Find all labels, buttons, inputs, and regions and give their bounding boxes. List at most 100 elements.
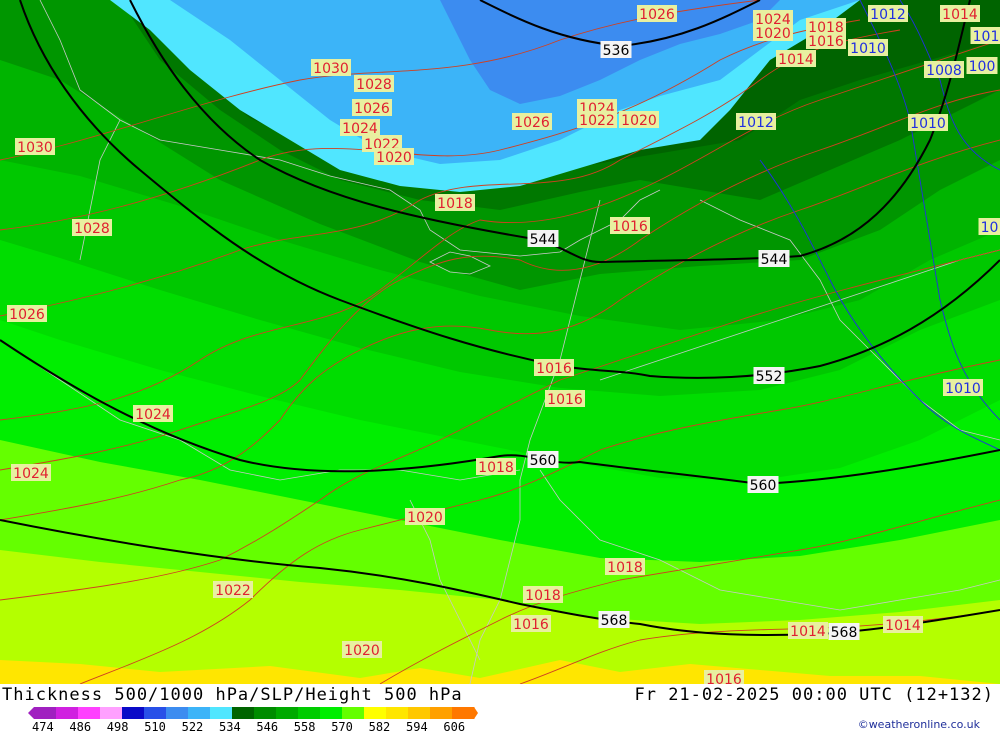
isobar-label: 1024 xyxy=(133,405,173,423)
scale-ticks: 474486498510522534546558570582594606 xyxy=(30,720,500,733)
isobar-label: 1016 xyxy=(534,359,574,377)
isobar-label: 1020 xyxy=(374,148,414,166)
isobar-label: 1022 xyxy=(213,581,253,599)
scale-swatch xyxy=(408,707,431,719)
isobar-label: 1028 xyxy=(72,219,112,237)
height-label: 568 xyxy=(829,623,860,641)
isobar-label: 101 xyxy=(971,27,1000,45)
isobar-label: 1020 xyxy=(753,24,793,42)
label-text: 1014 xyxy=(942,7,978,23)
credit-link[interactable]: ©weatheronline.co.uk xyxy=(858,718,980,731)
isobar-label: 1018 xyxy=(435,194,475,212)
label-text: 100 xyxy=(969,59,996,75)
label-text: 544 xyxy=(530,232,557,248)
label-text: 101 xyxy=(973,29,1000,45)
label-text: 1022 xyxy=(579,113,615,129)
isobar-label: 100 xyxy=(967,57,998,75)
isobar-label: 1018 xyxy=(476,458,516,476)
label-text: 1024 xyxy=(135,407,171,423)
isobar-label: 1022 xyxy=(577,111,617,129)
label-text: 1010 xyxy=(945,381,981,397)
isobar-label: 1018 xyxy=(605,558,645,576)
isobar-label: 1012 xyxy=(736,113,776,131)
scale-swatch xyxy=(298,707,321,719)
label-text: 1020 xyxy=(407,510,443,526)
label-text: 1020 xyxy=(376,150,412,166)
label-text: 1030 xyxy=(17,140,53,156)
isobar-label: 1014 xyxy=(776,50,816,68)
isobar-label: 1014 xyxy=(883,616,923,634)
isobar-label: 1012 xyxy=(868,5,908,23)
label-text: 1010 xyxy=(850,41,886,57)
label-text: 1018 xyxy=(525,588,561,604)
label-text: 1022 xyxy=(215,583,251,599)
thickness-map: 1026102410201018101610121014101101410101… xyxy=(0,0,1000,684)
label-text: 1012 xyxy=(738,115,774,131)
scale-tick-label: 534 xyxy=(219,720,241,734)
label-text: 1010 xyxy=(910,116,946,132)
label-text: 1026 xyxy=(639,7,675,23)
label-text: 1008 xyxy=(926,63,962,79)
scale-swatch xyxy=(320,707,343,719)
scale-tick-label: 498 xyxy=(107,720,129,734)
scale-swatch xyxy=(166,707,189,719)
label-text: 1014 xyxy=(778,52,814,68)
isobar-label: 1010 xyxy=(908,114,948,132)
label-text: 1020 xyxy=(621,113,657,129)
label-text: 560 xyxy=(530,453,557,469)
isobar-label: 1016 xyxy=(806,32,846,50)
isobar-label: 1030 xyxy=(311,59,351,77)
scale-arrow-left xyxy=(28,707,34,719)
label-text: 1018 xyxy=(437,196,473,212)
label-text: 544 xyxy=(761,252,788,268)
map-title: Thickness 500/1000 hPa/SLP/Height 500 hP… xyxy=(2,685,463,705)
label-text: 1016 xyxy=(547,392,583,408)
label-text: 568 xyxy=(601,613,628,629)
scale-tick-label: 594 xyxy=(406,720,428,734)
label-text: 1012 xyxy=(870,7,906,23)
height-label: 544 xyxy=(528,230,559,248)
scale-tick-label: 570 xyxy=(331,720,353,734)
label-text: 1030 xyxy=(313,61,349,77)
isobar-label: 1028 xyxy=(354,75,394,93)
height-label: 552 xyxy=(754,367,785,385)
label-text: 568 xyxy=(831,625,858,641)
height-label: 560 xyxy=(528,451,559,469)
isobar-label: 1026 xyxy=(7,305,47,323)
scale-swatch xyxy=(276,707,299,719)
height-label: 536 xyxy=(601,41,632,59)
label-text: 101 xyxy=(981,220,1000,236)
label-text: 536 xyxy=(603,43,630,59)
label-text: 1016 xyxy=(513,617,549,633)
label-text: 1016 xyxy=(612,219,648,235)
isobar-label: 1026 xyxy=(512,113,552,131)
isobar-label: 1016 xyxy=(511,615,551,633)
scale-swatch xyxy=(342,707,365,719)
scale-tick-label: 522 xyxy=(182,720,204,734)
scale-swatch xyxy=(254,707,277,719)
label-text: 1014 xyxy=(790,624,826,640)
scale-tick-label: 606 xyxy=(443,720,465,734)
isobar-label: 1024 xyxy=(340,119,380,137)
scale-swatch xyxy=(232,707,255,719)
scale-swatch xyxy=(122,707,145,719)
valid-time: Fr 21-02-2025 00:00 UTC (12+132) xyxy=(634,685,994,705)
scale-arrow-right xyxy=(474,707,478,719)
isobar-label: 1026 xyxy=(352,99,392,117)
scale-swatch xyxy=(56,707,79,719)
label-text: 1028 xyxy=(74,221,110,237)
isobar-label: 1016 xyxy=(704,670,744,684)
scale-tick-label: 558 xyxy=(294,720,316,734)
label-text: 1026 xyxy=(354,101,390,117)
isobar-label: 1026 xyxy=(637,5,677,23)
label-text: 1018 xyxy=(478,460,514,476)
label-text: 1024 xyxy=(342,121,378,137)
thickness-color-scale xyxy=(28,705,478,719)
footer: Thickness 500/1000 hPa/SLP/Height 500 hP… xyxy=(0,684,1000,733)
height-label: 560 xyxy=(748,476,779,494)
scale-swatch xyxy=(34,707,57,719)
scale-tick-label: 510 xyxy=(144,720,166,734)
height-label: 568 xyxy=(599,611,630,629)
isobar-label: 1020 xyxy=(619,111,659,129)
height-label: 544 xyxy=(759,250,790,268)
